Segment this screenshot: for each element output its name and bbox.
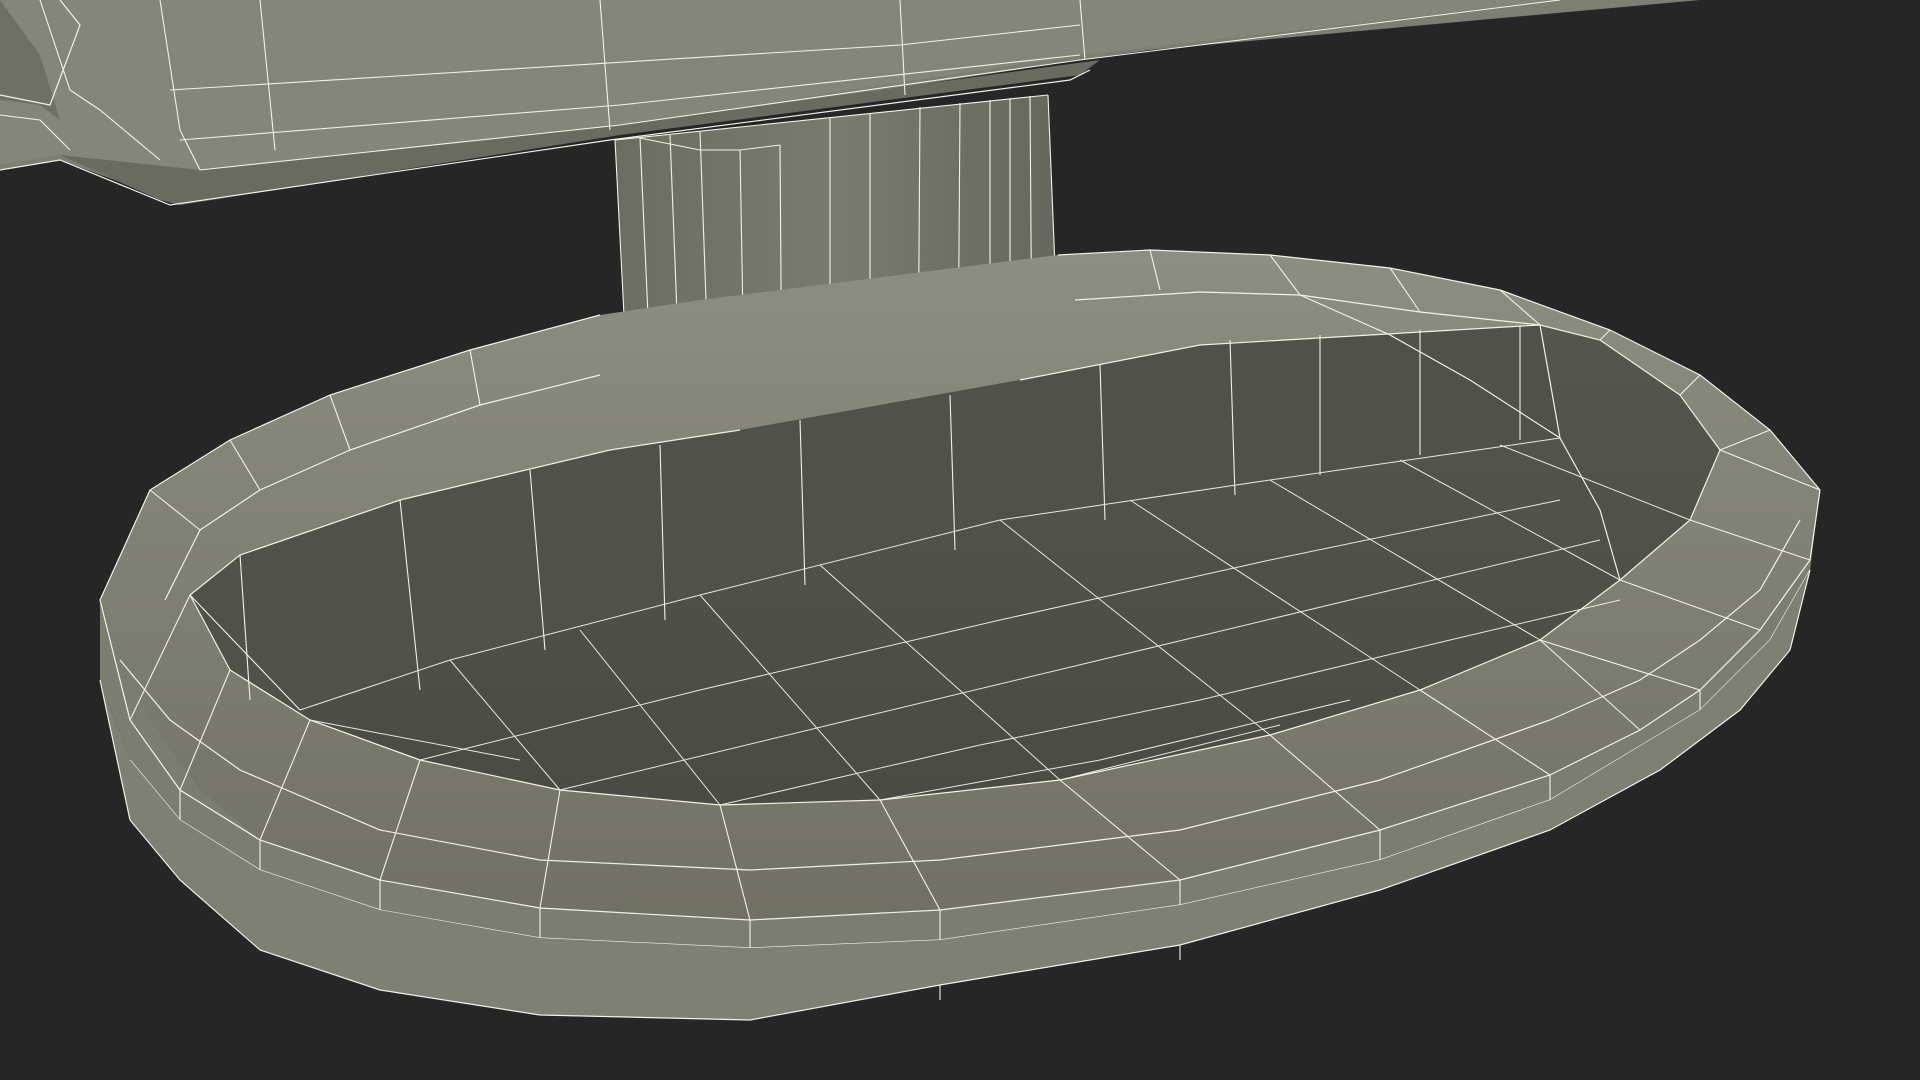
wireframe-model-render — [0, 0, 1920, 1021]
3d-viewport[interactable] — [0, 0, 1920, 1080]
stand-base — [99, 249, 1821, 1021]
